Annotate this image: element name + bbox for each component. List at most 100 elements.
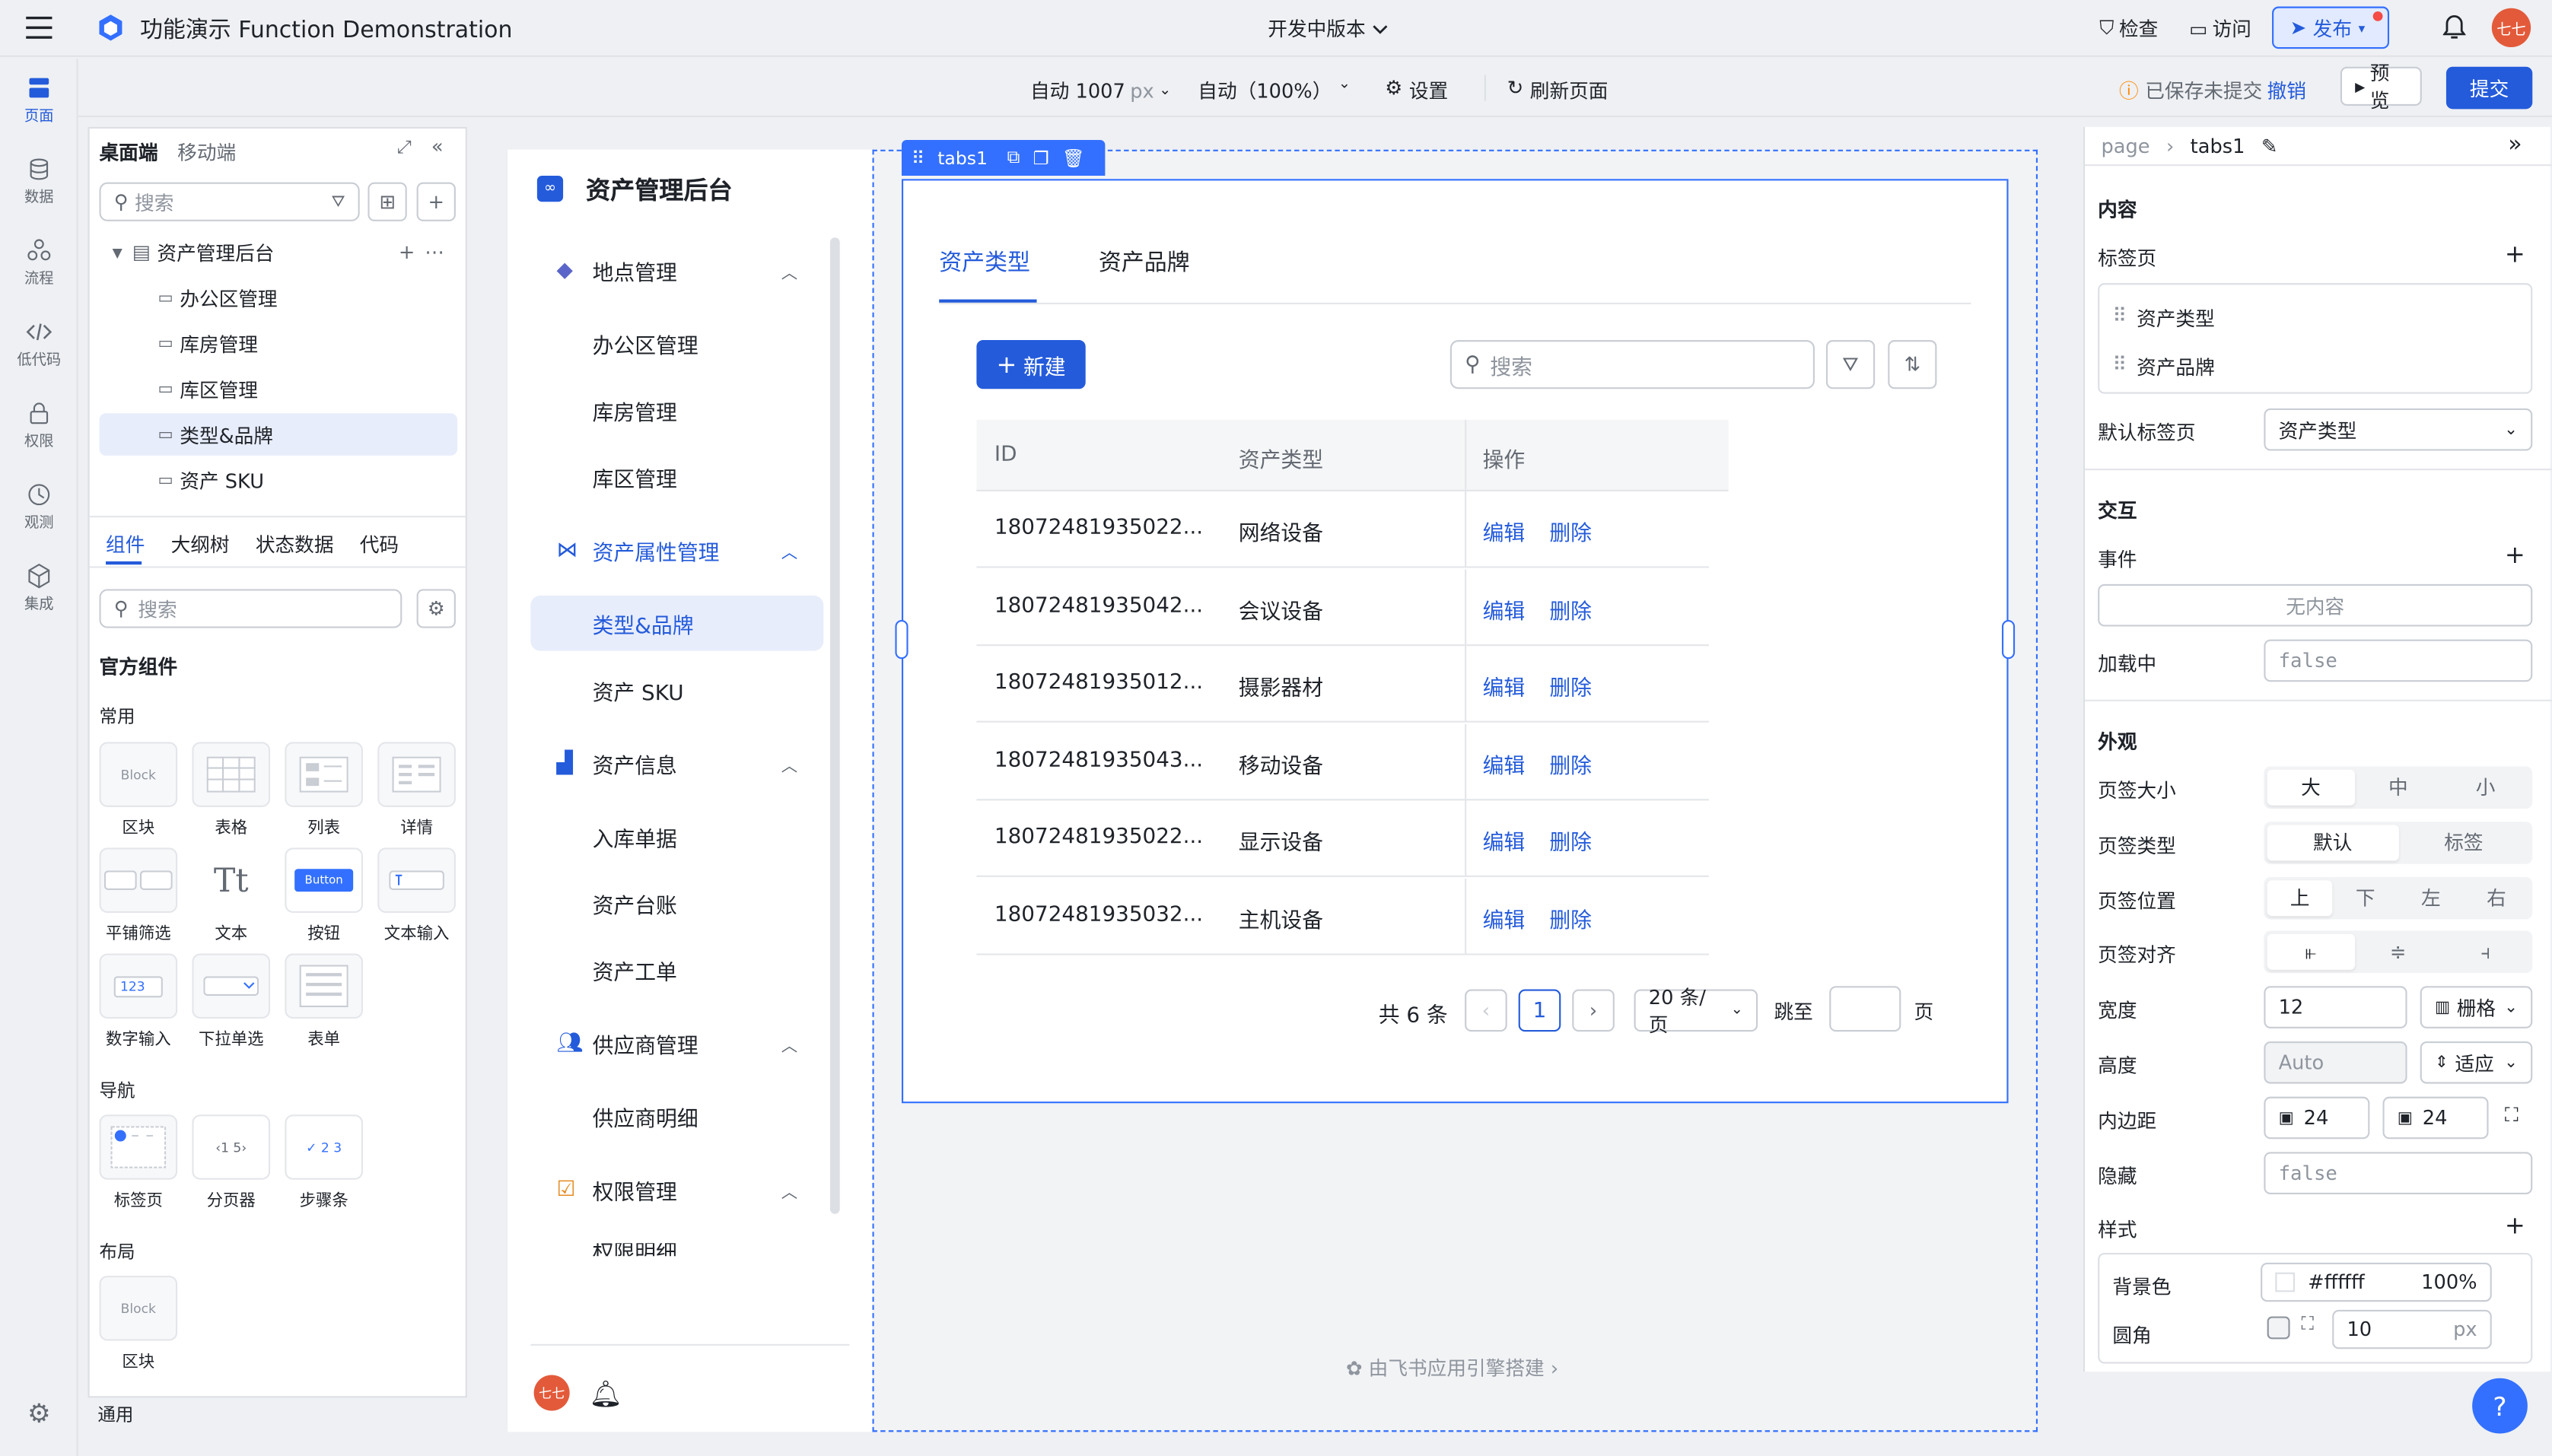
tab-outline[interactable]: 大纲树 [171,530,230,558]
menu-icon[interactable] [23,13,56,43]
align-center-icon[interactable]: ≑ [2354,934,2442,970]
settings-icon[interactable]: ⚙ [24,1397,54,1428]
nav-item[interactable]: 资产 SKU [530,663,823,718]
height-input[interactable]: Auto [2264,1041,2407,1084]
rail-item-flow[interactable]: 流程 [0,237,78,288]
edit-icon[interactable]: ✎ [2261,135,2278,158]
edit-link[interactable]: 编辑 [1483,593,1526,624]
add-style-icon[interactable]: + [2505,1210,2525,1240]
tab-asset-type[interactable]: 资产类型 [939,246,1030,278]
submit-button[interactable]: 提交 [2445,66,2533,110]
tab-position-segmented[interactable]: 上 下 左 右 [2264,876,2533,920]
resize-handle-right[interactable] [2001,619,2016,660]
preview-button[interactable]: ▶ 预览 [2340,62,2422,113]
component-text[interactable]: Tt 文本 [190,847,272,944]
nav-group-asset-attr[interactable]: ⋈ 资产属性管理 ︿ [530,523,823,578]
add-tab-icon[interactable]: + [2505,239,2525,269]
nav-item[interactable]: 资产工单 [530,942,823,997]
option-left[interactable]: 左 [2398,880,2464,916]
delete-link[interactable]: 删除 [1549,593,1592,624]
width-input[interactable]: 12 [2264,986,2407,1028]
component-block[interactable]: Block 区块 [97,742,179,838]
padding-horizontal-input[interactable]: ▣ 24 [2382,1096,2489,1140]
component-table[interactable]: 表格 [190,742,272,838]
check-button[interactable]: ⛉ 检查 [2099,14,2158,42]
breadcrumb-page[interactable]: page [2101,135,2149,158]
tree-root[interactable]: ▼ ▤ 资产管理后台 + ⋯ [99,231,457,274]
component-search-input[interactable]: ⚲ 搜索 [99,589,403,628]
align-right-icon[interactable]: ⫞ [2442,934,2529,970]
nav-item[interactable]: 库房管理 [530,383,823,438]
nav-item[interactable]: 办公区管理 [530,316,823,371]
nav-item-active[interactable]: 类型&品牌 [530,595,824,651]
delete-link[interactable]: 删除 [1549,671,1592,701]
hidden-input[interactable]: false [2264,1152,2533,1195]
rail-item-integration[interactable]: 集成 [0,563,78,613]
nav-group-asset-info[interactable]: ▟ 资产信息 ︿ [530,736,823,791]
expand-icon[interactable]: ⤢ [397,137,412,160]
page-size-select[interactable]: 20 条/页 ⌄ [1634,986,1758,1037]
tab-size-segmented[interactable]: 大 中 小 [2264,766,2533,809]
tab-asset-brand[interactable]: 资产品牌 [1099,246,1190,278]
selection-tag[interactable]: ⠿ tabs1 ⧉ ❐ 🗑︎ [902,139,1106,176]
tab-components[interactable]: 组件 [106,530,145,558]
edit-link[interactable]: 编辑 [1483,516,1526,547]
component-steps[interactable]: ✓ 2 3 步骤条 [283,1114,364,1210]
edit-link[interactable]: 编辑 [1483,749,1526,779]
visit-button[interactable]: ▭ 访问 [2189,14,2251,42]
plus-icon[interactable]: + [399,241,415,264]
filter-button[interactable]: ⛛ [1825,340,1876,389]
event-list-empty[interactable]: 无内容 [2098,583,2533,627]
option-tag[interactable]: 标签 [2398,825,2529,860]
nav-item[interactable]: 供应商明细 [530,1089,823,1144]
tree-item[interactable]: ▭ 库区管理 [99,367,457,410]
component-settings-button[interactable]: ⚙ [416,589,456,628]
edit-link[interactable]: 编辑 [1483,825,1526,857]
option-top[interactable]: 上 [2267,880,2333,917]
env-switch[interactable]: 开发中版本 [1268,14,1388,42]
radius-split-icon[interactable]: ⛶ [2302,1313,2314,1336]
add-event-icon[interactable]: + [2505,540,2525,570]
collapse-panel-icon[interactable]: » [2508,132,2522,157]
option-default[interactable]: 默认 [2267,825,2398,861]
drag-icon[interactable]: ⠿ [2112,304,2127,332]
table-search-input[interactable]: ⚲ 搜索 [1449,340,1815,389]
tree-item[interactable]: ▭ 资产 SKU [99,459,457,501]
page-search-input[interactable]: ⚲ 搜索 ⛛ [99,182,360,221]
padding-vertical-input[interactable]: ▣ 24 [2264,1096,2370,1140]
option-small[interactable]: 小 [2442,770,2529,806]
component-number-input[interactable]: 123 数字输入 [97,953,179,1050]
edit-link[interactable]: 编辑 [1483,903,1526,934]
avatar[interactable]: 七七 [2491,8,2531,48]
option-large[interactable]: 大 [2267,769,2355,806]
delete-link[interactable]: 删除 [1549,825,1592,857]
component-tabs[interactable]: 标签页 [97,1114,179,1210]
delete-link[interactable]: 删除 [1549,903,1592,934]
width-unit-select[interactable]: ▥ 栅格 ⌄ [2420,986,2533,1028]
add-page-button[interactable]: + [416,182,456,221]
refresh-button[interactable]: ↻ 刷新页面 [1507,77,1609,104]
component-button[interactable]: Button 按钮 [283,847,364,944]
layout-button[interactable]: ⊞ [368,182,407,221]
nav-group-permission[interactable]: ☑ 权限管理 ︿ [530,1162,823,1217]
tab-list-item[interactable]: ⠿ 资产品牌 [2112,353,2214,380]
component-list[interactable]: 列表 [283,742,364,838]
copy-icon[interactable]: ⧉ [1007,147,1020,170]
tab-code[interactable]: 代码 [360,530,399,558]
rail-item-data[interactable]: 数据 [0,156,78,207]
color-swatch[interactable] [2275,1272,2295,1292]
tabs-component[interactable]: 资产类型 资产品牌 + 新建 ⚲ 搜索 ⛛ ⇅ ID 资产类型 操作 180724… [895,179,2016,1104]
help-button[interactable]: ? [2472,1378,2528,1434]
component-form[interactable]: 表单 [283,953,364,1050]
align-left-icon[interactable]: ⫦ [2267,933,2355,970]
nav-item[interactable]: 库区管理 [530,449,823,504]
radius-uniform-toggle[interactable] [2267,1316,2290,1340]
tab-type-segmented[interactable]: 默认 标签 [2264,822,2533,864]
height-mode-select[interactable]: ⇕ 适应 ⌄ [2420,1041,2533,1084]
next-page-button[interactable]: › [1572,989,1615,1032]
padding-expand-icon[interactable]: ⛶ [2505,1103,2519,1127]
bell-icon[interactable] [2439,13,2469,43]
tab-desktop[interactable]: 桌面端 [99,138,158,166]
rail-item-page[interactable]: 页面 [0,75,78,126]
tab-mobile[interactable]: 移动端 [177,138,236,166]
